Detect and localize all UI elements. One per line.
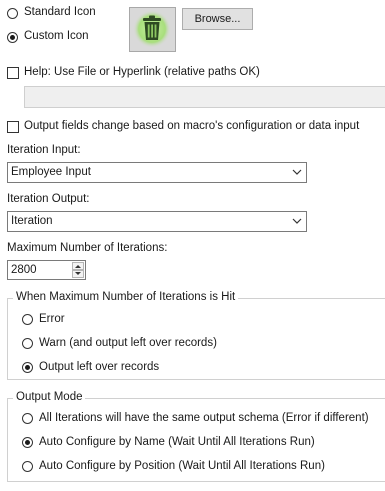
output-mode-by-position-label: Auto Configure by Position (Wait Until A… <box>39 460 325 472</box>
iteration-input-label: Iteration Input: <box>7 144 81 156</box>
max-hit-option-output-radio[interactable] <box>22 362 33 373</box>
iteration-output-value: Iteration <box>11 215 53 227</box>
chevron-down-icon <box>292 169 302 175</box>
chevron-down-icon <box>292 218 302 224</box>
spin-up-button[interactable] <box>72 262 84 270</box>
spin-down-button[interactable] <box>72 270 84 278</box>
max-hit-option-error-label: Error <box>39 313 65 325</box>
output-mode-same-schema-radio[interactable] <box>22 413 33 424</box>
arrow-down-icon <box>75 272 81 275</box>
output-fields-label: Output fields change based on macro's co… <box>24 120 360 132</box>
max-hit-group-title: When Maximum Number of Iterations is Hit <box>13 291 239 303</box>
output-mode-group-title: Output Mode <box>13 391 86 403</box>
max-iterations-spinner[interactable]: 2800 <box>7 260 86 280</box>
custom-icon-radio[interactable] <box>7 32 18 43</box>
max-hit-option-output-label: Output left over records <box>39 361 160 373</box>
max-hit-option-error-radio[interactable] <box>22 314 33 325</box>
iteration-output-label: Iteration Output: <box>7 193 90 205</box>
help-checkbox[interactable] <box>7 67 19 79</box>
browse-button[interactable]: Browse... <box>182 8 253 30</box>
iteration-input-dropdown[interactable]: Employee Input <box>7 162 307 183</box>
help-label: Help: Use File or Hyperlink (relative pa… <box>24 66 260 78</box>
custom-icon-label: Custom Icon <box>24 30 89 42</box>
iteration-input-value: Employee Input <box>11 166 91 178</box>
max-hit-option-warn-radio[interactable] <box>22 338 33 349</box>
output-mode-by-name-label: Auto Configure by Name (Wait Until All I… <box>39 436 315 448</box>
icon-preview <box>129 7 176 52</box>
max-hit-option-warn-label: Warn (and output left over records) <box>39 337 217 349</box>
output-fields-checkbox[interactable] <box>7 121 19 133</box>
standard-icon-radio[interactable] <box>7 8 18 19</box>
output-mode-same-schema-label: All Iterations will have the same output… <box>39 412 369 424</box>
arrow-up-icon <box>75 265 81 268</box>
iteration-output-dropdown[interactable]: Iteration <box>7 211 307 232</box>
output-mode-by-position-radio[interactable] <box>22 461 33 472</box>
help-path-input[interactable] <box>24 86 385 108</box>
max-iterations-value: 2800 <box>11 264 37 276</box>
output-mode-by-name-radio[interactable] <box>22 437 33 448</box>
max-iterations-label: Maximum Number of Iterations: <box>7 242 168 254</box>
standard-icon-label: Standard Icon <box>24 6 96 18</box>
trash-can-icon <box>133 10 171 48</box>
